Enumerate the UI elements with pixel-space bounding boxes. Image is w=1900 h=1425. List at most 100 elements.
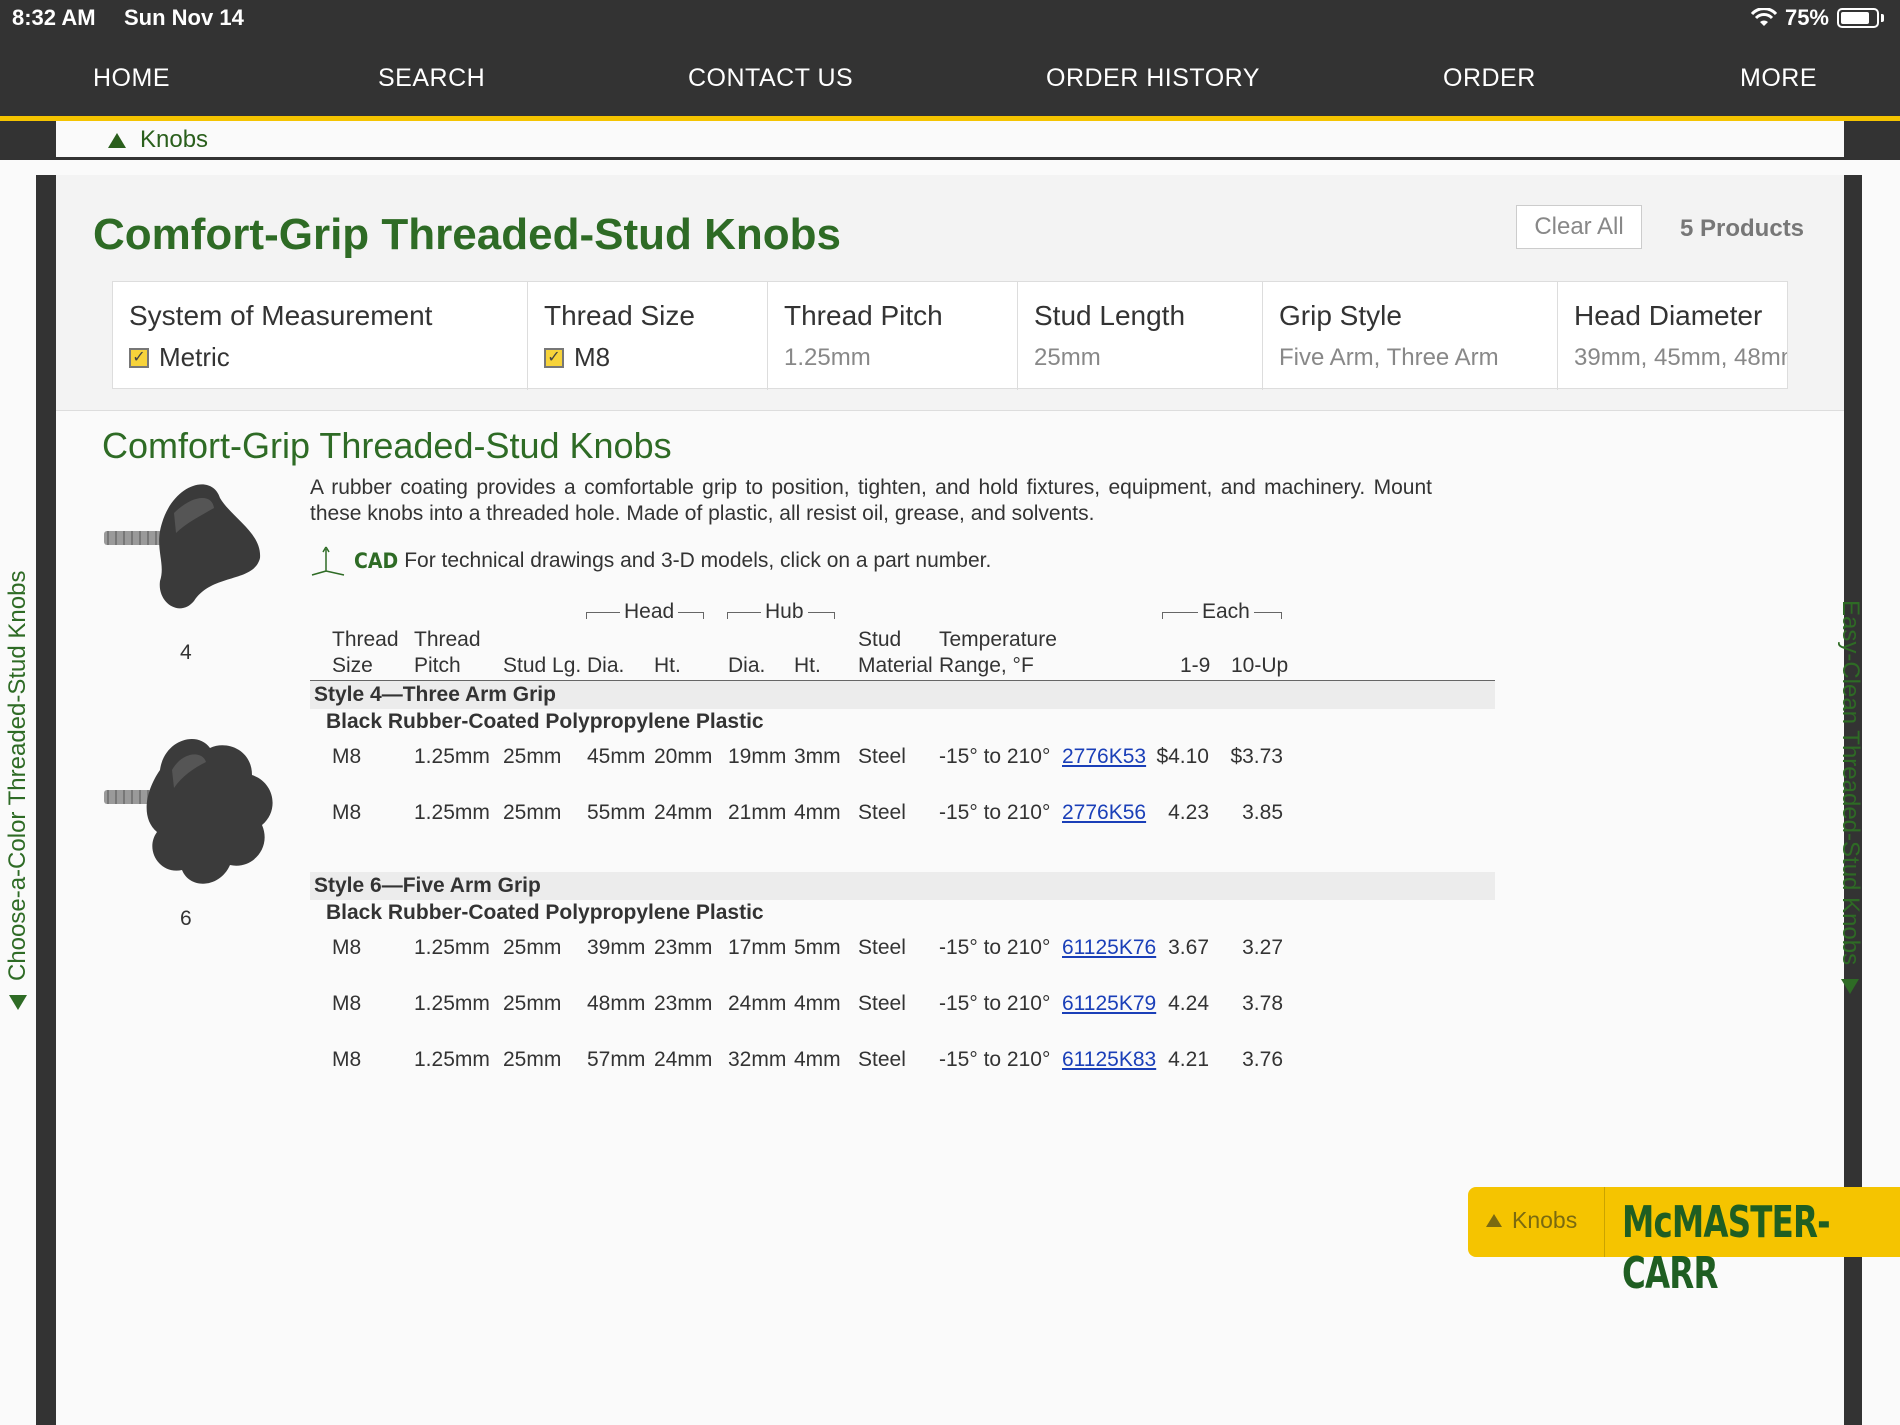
cell-price-10-up: 3.85 xyxy=(1242,801,1283,824)
nav-more[interactable]: MORE xyxy=(1740,64,1817,93)
mcmaster-carr-logo[interactable]: McMASTER-CARR xyxy=(1622,1197,1850,1299)
cell-price-1-9: 4.23 xyxy=(1168,801,1209,824)
cell-thread-pitch: 1.25mm xyxy=(414,1048,490,1071)
five-arm-knob-image[interactable] xyxy=(102,730,282,895)
filter-bar: System of Measurement ✓ Metric Thread Si… xyxy=(112,281,1788,390)
filter-thread-pitch[interactable]: Thread Pitch 1.25mm xyxy=(768,282,1018,390)
col-thread-size-2: Size xyxy=(332,654,373,677)
status-time: 8:32 AM xyxy=(12,5,96,30)
nav-home[interactable]: HOME xyxy=(93,64,170,93)
brand-breadcrumb[interactable]: Knobs xyxy=(1486,1207,1577,1234)
nav-order[interactable]: ORDER xyxy=(1443,64,1536,93)
status-date: Sun Nov 14 xyxy=(124,5,244,30)
breadcrumb[interactable]: Knobs xyxy=(108,126,208,154)
cad-label: CAD xyxy=(354,549,399,573)
part-number-link[interactable]: 2776K53 xyxy=(1062,745,1146,769)
nav-order-history[interactable]: ORDER HISTORY xyxy=(1046,64,1260,93)
spec-table: Head Hub Each Thread Size Thread Pitch S… xyxy=(310,600,1495,1260)
knob-style-4-label: 4 xyxy=(180,641,192,664)
prev-product-label: Choose-a-Color Threaded-Stud Knobs xyxy=(4,570,31,981)
cell-stud-length: 25mm xyxy=(503,1048,562,1071)
filter-header: Comfort-Grip Threaded-Stud Knobs Clear A… xyxy=(56,175,1844,411)
section-title: Comfort-Grip Threaded-Stud Knobs xyxy=(102,425,672,466)
products-count: 5 Products xyxy=(1680,215,1805,242)
style-6-title: Style 6—Five Arm Grip xyxy=(314,874,541,897)
part-number-link[interactable]: 2776K56 xyxy=(1062,801,1146,825)
cell-thread-size: M8 xyxy=(332,801,362,824)
cell-hub-ht: 4mm xyxy=(794,801,841,824)
cell-temperature: -15° to 210° xyxy=(939,1048,1051,1071)
filter-system-of-measurement[interactable]: System of Measurement ✓ Metric xyxy=(113,282,528,390)
style-4-band: Style 4—Three Arm Grip xyxy=(310,681,1495,709)
cell-stud-length: 25mm xyxy=(503,992,562,1015)
cell-stud-material: Steel xyxy=(858,992,906,1015)
nav-search[interactable]: SEARCH xyxy=(378,64,485,93)
section-description: A rubber coating provides a comfortable … xyxy=(310,476,1432,525)
cell-stud-material: Steel xyxy=(858,801,906,824)
brand-badge[interactable]: Knobs McMASTER-CARR xyxy=(1468,1187,1900,1299)
cell-price-10-up: 3.27 xyxy=(1242,936,1283,959)
cell-head-dia: 45mm xyxy=(587,745,646,768)
cell-hub-dia: 21mm xyxy=(728,801,787,824)
cell-thread-size: M8 xyxy=(332,992,362,1015)
next-product-label: Easy-Clean Threaded-Stud Knobs xyxy=(1837,600,1864,966)
filter-header-label: Thread Size xyxy=(544,300,695,331)
nav-contact-us[interactable]: CONTACT US xyxy=(688,64,853,93)
next-product-tab[interactable]: Easy-Clean Threaded-Stud Knobs xyxy=(1836,600,1864,995)
style-6-material: Black Rubber-Coated Polypropylene Plasti… xyxy=(326,901,764,924)
filter-selected-value: M8 xyxy=(574,342,611,372)
filter-selected[interactable]: ✓ M8 xyxy=(544,342,767,373)
up-arrow-icon xyxy=(1486,1214,1502,1227)
breadcrumb-label: Knobs xyxy=(140,126,209,153)
cell-hub-dia: 24mm xyxy=(728,992,787,1015)
style-4-title: Style 4—Three Arm Grip xyxy=(314,683,556,706)
checkbox-checked-icon[interactable]: ✓ xyxy=(544,347,564,368)
filter-thread-size[interactable]: Thread Size ✓ M8 xyxy=(528,282,768,390)
cell-hub-ht: 4mm xyxy=(794,1048,841,1071)
filter-value: 1.25mm xyxy=(784,344,871,371)
col-head-dia: Dia. xyxy=(587,654,625,677)
part-number-link[interactable]: 61125K76 xyxy=(1062,936,1156,960)
battery-percent: 75% xyxy=(1784,5,1829,30)
filter-selected[interactable]: ✓ Metric xyxy=(129,342,527,373)
filter-stud-length[interactable]: Stud Length 25mm xyxy=(1018,282,1263,390)
status-bar: 8:32 AM Sun Nov 14 75% xyxy=(0,0,1900,38)
part-number-link[interactable]: 61125K83 xyxy=(1062,1048,1156,1072)
page-title: Comfort-Grip Threaded-Stud Knobs xyxy=(93,210,841,259)
cell-temperature: -15° to 210° xyxy=(939,745,1051,768)
cell-hub-ht: 3mm xyxy=(794,745,841,768)
cell-thread-size: M8 xyxy=(332,1048,362,1071)
filter-value: 39mm, 45mm, 48mm xyxy=(1574,344,1787,371)
checkbox-checked-icon[interactable]: ✓ xyxy=(129,347,149,368)
col-thread-pitch: Thread xyxy=(414,628,481,651)
cell-hub-dia: 19mm xyxy=(728,745,787,768)
cell-price-1-9: 3.67 xyxy=(1168,936,1209,959)
part-number-link[interactable]: 61125K79 xyxy=(1062,992,1156,1016)
col-hub-ht: Ht. xyxy=(794,654,821,677)
status-right: 75% xyxy=(1750,5,1884,31)
col-head-ht: Ht. xyxy=(654,654,681,677)
head-group-label: Head xyxy=(620,600,679,624)
col-temperature: Temperature xyxy=(939,628,1057,651)
clear-all-button[interactable]: Clear All xyxy=(1516,205,1642,249)
filter-value: Five Arm, Three Arm xyxy=(1279,344,1499,371)
cad-3d-icon xyxy=(311,546,345,576)
filter-grip-style[interactable]: Grip Style Five Arm, Three Arm xyxy=(1263,282,1558,390)
cell-price-1-9: 4.24 xyxy=(1168,992,1209,1015)
cell-price-10-up: 3.76 xyxy=(1242,1048,1283,1071)
three-arm-knob-image[interactable] xyxy=(102,473,282,618)
cell-stud-material: Steel xyxy=(858,745,906,768)
cell-hub-dia: 32mm xyxy=(728,1048,787,1071)
filter-header-label: Thread Pitch xyxy=(784,300,943,331)
up-arrow-icon xyxy=(108,132,126,148)
prev-product-tab[interactable]: Choose-a-Color Threaded-Stud Knobs xyxy=(4,571,32,1010)
filter-head-diameter[interactable]: Head Diameter 39mm, 45mm, 48mm xyxy=(1558,282,1787,390)
cell-head-dia: 39mm xyxy=(587,936,646,959)
battery-tip xyxy=(1881,14,1884,22)
col-price-1-9: 1-9 xyxy=(1180,654,1211,677)
next-arrow-icon xyxy=(1841,979,1859,995)
style-4-material: Black Rubber-Coated Polypropylene Plasti… xyxy=(326,710,764,733)
cell-stud-material: Steel xyxy=(858,936,906,959)
cell-price-1-9: $4.10 xyxy=(1156,745,1209,768)
filter-selected-value: Metric xyxy=(159,342,230,372)
